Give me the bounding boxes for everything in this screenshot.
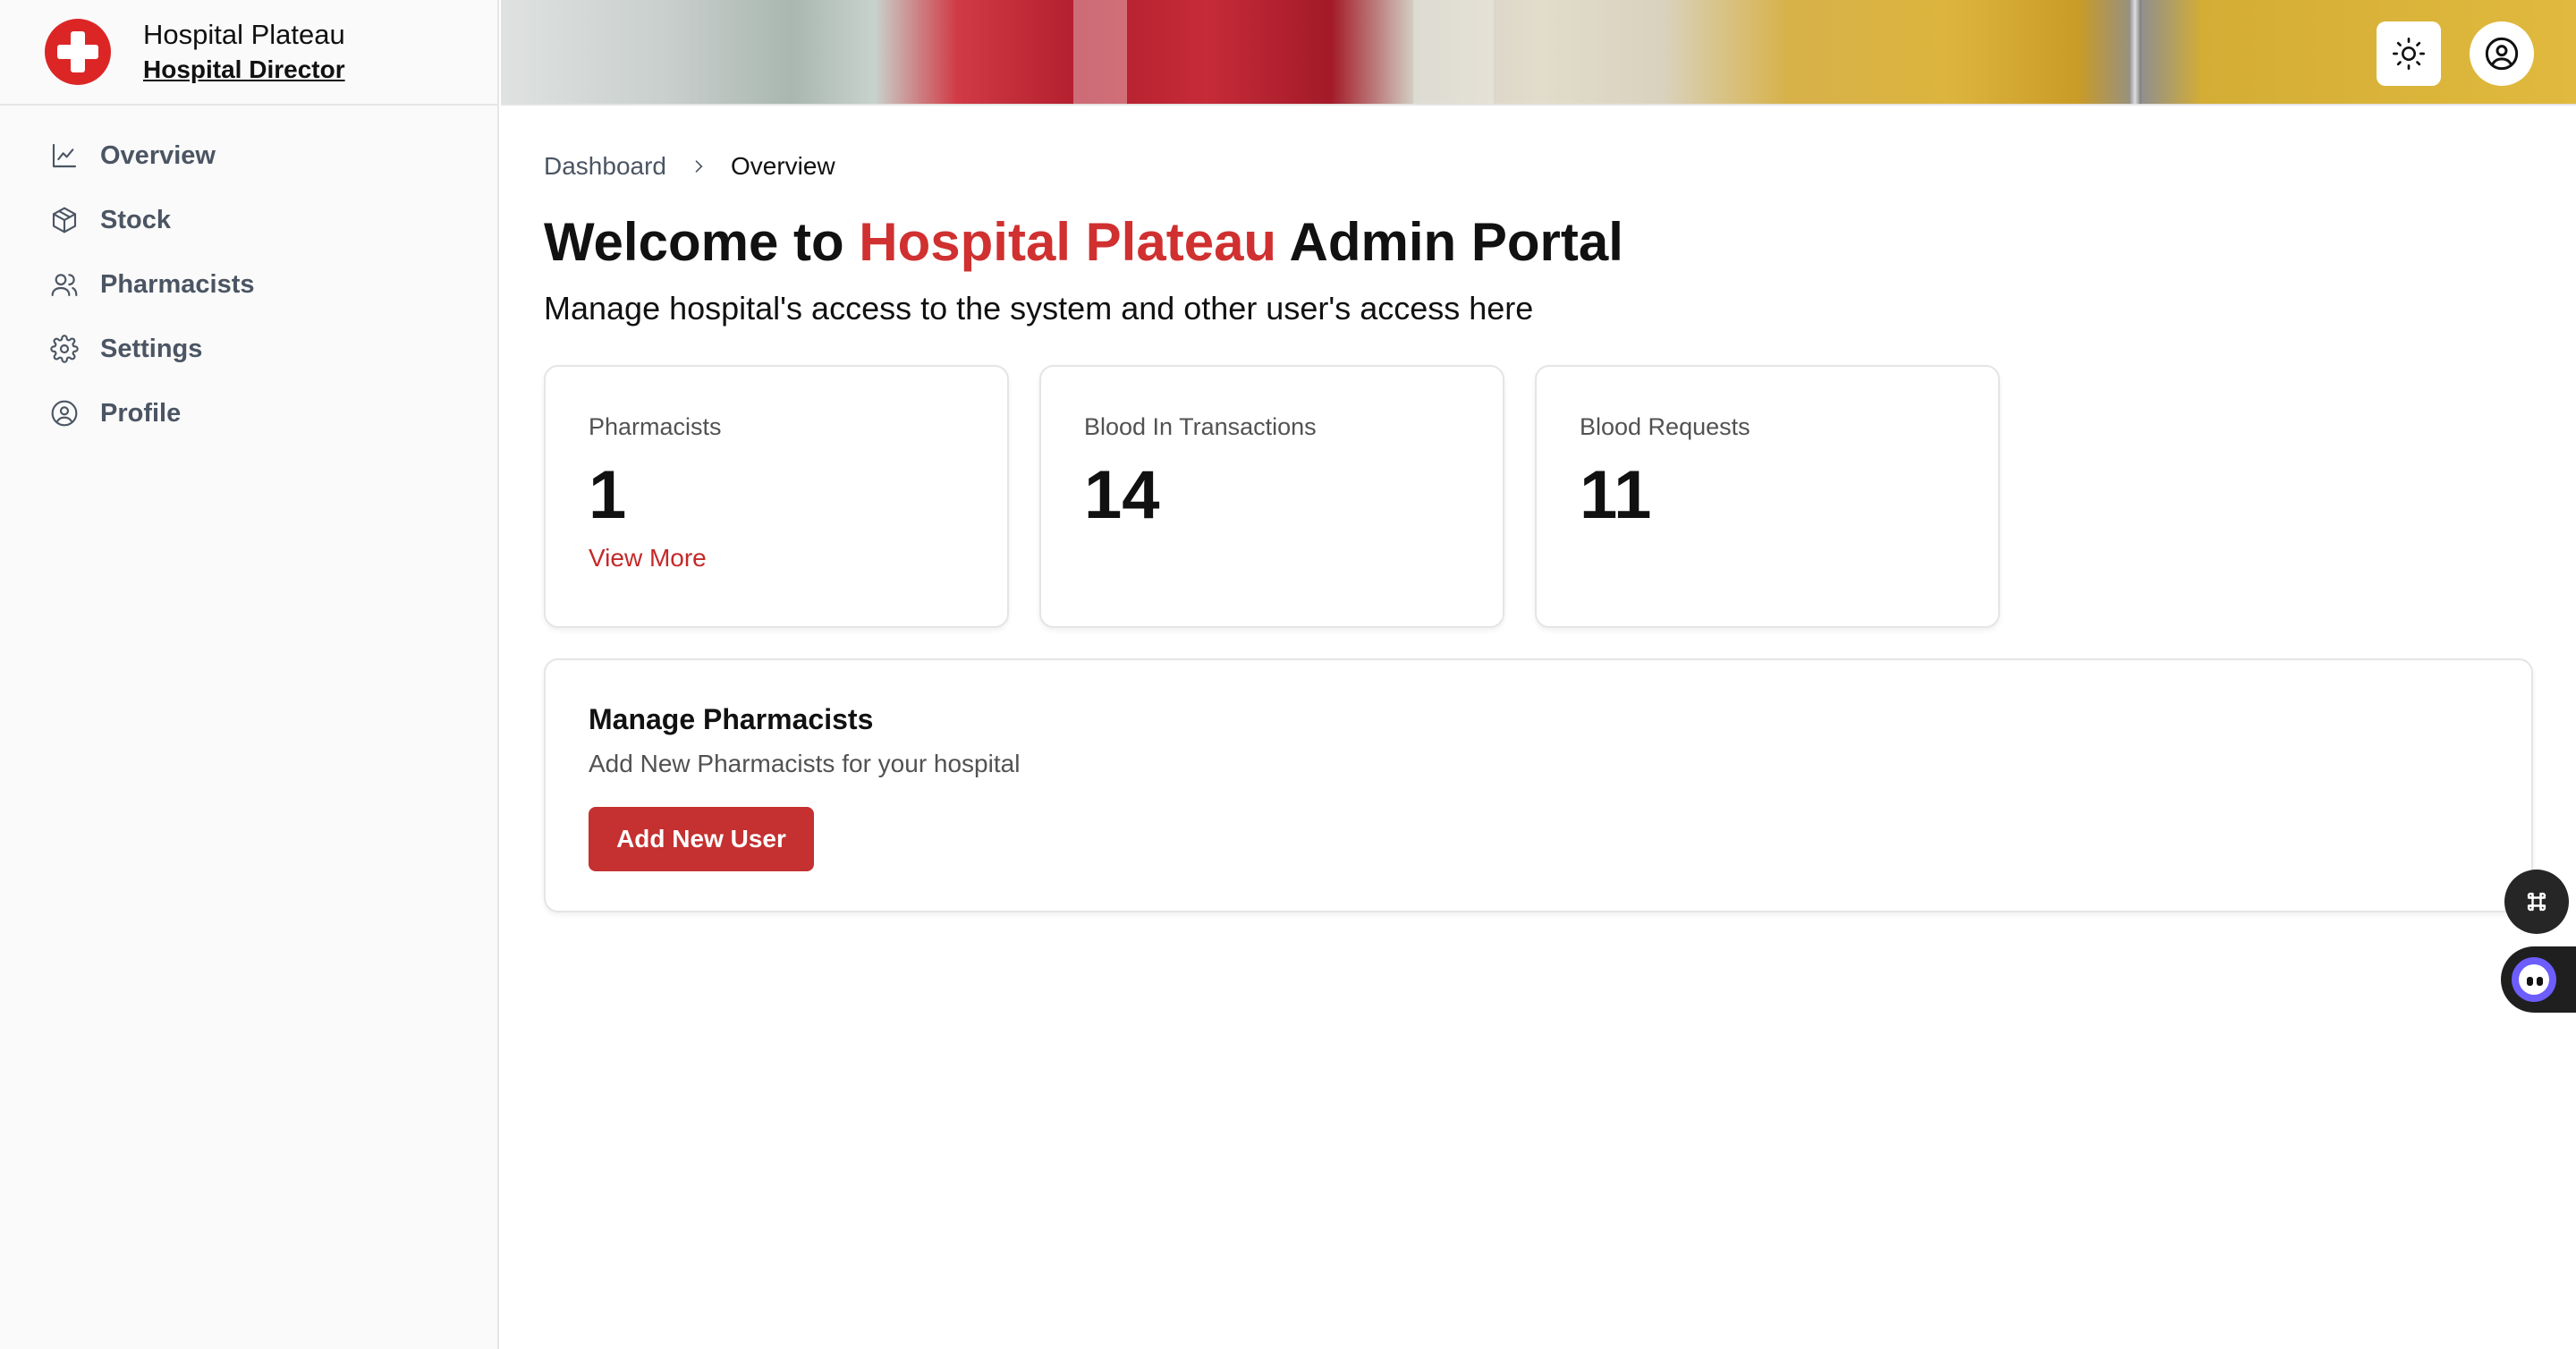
brand-header: Hospital Plateau Hospital Director <box>0 0 497 106</box>
sidebar-item-label: Settings <box>100 334 203 363</box>
line-chart-icon <box>50 141 79 170</box>
main-content: Dashboard Overview Welcome to Hospital P… <box>501 107 2576 1349</box>
account-button[interactable] <box>2470 21 2534 86</box>
gear-icon <box>50 335 79 363</box>
add-new-user-button[interactable]: Add New User <box>589 807 814 871</box>
stat-card-blood-in-transactions: Blood In Transactions 14 <box>1039 365 1504 628</box>
stat-value: 11 <box>1580 457 1652 533</box>
sidebar-item-stock[interactable]: Stock <box>0 188 497 252</box>
sidebar-item-overview[interactable]: Overview <box>0 123 497 188</box>
stat-label: Blood In Transactions <box>1084 413 1317 440</box>
sun-icon <box>2393 38 2425 70</box>
view-more-link[interactable]: View More <box>589 544 707 573</box>
users-icon <box>50 270 79 299</box>
stat-value: 1 <box>589 457 627 533</box>
page-title: Welcome to Hospital Plateau Admin Portal <box>544 211 1623 273</box>
theme-toggle-button[interactable] <box>2377 21 2441 86</box>
stat-card-pharmacists: Pharmacists 1 View More <box>544 365 1009 628</box>
stat-label: Pharmacists <box>589 413 722 440</box>
chevron-right-icon <box>690 157 708 175</box>
hospital-name: Hospital Plateau <box>143 19 345 50</box>
sidebar: Hospital Plateau Hospital Director Overv… <box>0 0 499 1349</box>
breadcrumb: Dashboard Overview <box>544 152 835 181</box>
title-hospital-name: Hospital Plateau <box>859 212 1277 272</box>
title-suffix: Admin Portal <box>1289 212 1623 272</box>
sidebar-nav: Overview Stock Pharmacists Settings Prof… <box>0 106 497 445</box>
stat-card-blood-requests: Blood Requests 11 <box>1535 365 2000 628</box>
breadcrumb-dashboard[interactable]: Dashboard <box>544 152 666 181</box>
sidebar-item-profile[interactable]: Profile <box>0 381 497 445</box>
user-circle-icon <box>50 399 79 428</box>
assistant-button[interactable] <box>2501 946 2576 1013</box>
sidebar-item-label: Pharmacists <box>100 269 255 299</box>
sidebar-item-label: Overview <box>100 140 216 170</box>
breadcrumb-current: Overview <box>730 152 835 180</box>
title-prefix: Welcome to <box>544 212 844 272</box>
sidebar-item-pharmacists[interactable]: Pharmacists <box>0 252 497 317</box>
red-cross-icon <box>45 19 111 85</box>
stat-label: Blood Requests <box>1580 413 1750 440</box>
sidebar-item-label: Profile <box>100 398 182 428</box>
user-role-link[interactable]: Hospital Director <box>143 53 345 87</box>
brand-text: Hospital Plateau Hospital Director <box>143 17 345 87</box>
page-subtitle: Manage hospital's access to the system a… <box>544 290 1534 327</box>
sidebar-item-label: Stock <box>100 205 171 234</box>
user-circle-icon <box>2485 37 2519 71</box>
assistant-bot-icon <box>2512 957 2556 1002</box>
command-menu-button[interactable] <box>2504 870 2569 934</box>
manage-pharmacists-card: Manage Pharmacists Add New Pharmacists f… <box>544 658 2533 912</box>
app-root: Hospital Plateau Hospital Director Overv… <box>0 0 2576 1349</box>
stat-value: 14 <box>1084 457 1160 533</box>
header-banner <box>501 0 2576 106</box>
manage-description: Add New Pharmacists for your hospital <box>589 750 1021 777</box>
command-icon <box>2527 892 2546 912</box>
manage-title: Manage Pharmacists <box>589 703 874 735</box>
sidebar-item-settings[interactable]: Settings <box>0 317 497 381</box>
box-icon <box>50 206 79 234</box>
